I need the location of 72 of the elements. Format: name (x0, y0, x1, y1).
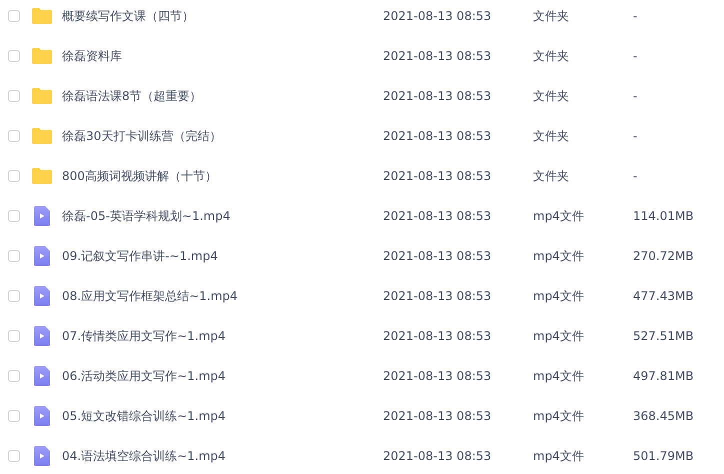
modified-date: 2021-08-13 08:53 (383, 89, 492, 103)
file-type: 文件夹 (533, 8, 570, 24)
modified-date: 2021-08-13 08:53 (383, 369, 492, 383)
modified-date: 2021-08-13 08:53 (383, 129, 492, 143)
checkbox[interactable] (8, 250, 20, 262)
file-name[interactable]: 07.传情类应用文写作~1.mp4 (62, 328, 383, 344)
modified-date: 2021-08-13 08:53 (383, 249, 492, 263)
file-type: 文件夹 (533, 48, 570, 64)
file-size: 270.72MB (633, 249, 694, 263)
file-name[interactable]: 800高频词视频讲解（十节） (62, 168, 383, 184)
checkbox[interactable] (8, 410, 20, 422)
modified-date: 2021-08-13 08:53 (383, 9, 492, 23)
file-name[interactable]: 05.短文改错综合训练~1.mp4 (62, 408, 383, 424)
modified-date: 2021-08-13 08:53 (383, 209, 492, 223)
file-name[interactable]: 09.记叙文写作串讲-~1.mp4 (62, 248, 383, 264)
checkbox[interactable] (8, 90, 20, 102)
folder-icon (32, 168, 52, 184)
modified-date: 2021-08-13 08:53 (383, 449, 492, 463)
file-size: - (633, 169, 638, 183)
video-file-icon (34, 246, 50, 266)
file-type: mp4文件 (533, 448, 585, 464)
file-size: 368.45MB (633, 409, 694, 423)
file-name[interactable]: 徐磊语法课8节（超重要） (62, 88, 383, 104)
file-size: 477.43MB (633, 289, 694, 303)
file-type: mp4文件 (533, 408, 585, 424)
checkbox[interactable] (8, 450, 20, 462)
checkbox[interactable] (8, 330, 20, 342)
file-name[interactable]: 概要续写作文课（四节） (62, 8, 383, 24)
folder-icon (32, 48, 52, 64)
file-type: mp4文件 (533, 248, 585, 264)
video-file-icon (34, 406, 50, 426)
file-name[interactable]: 徐磊-05-英语学科规划~1.mp4 (62, 208, 383, 224)
checkbox[interactable] (8, 130, 20, 142)
checkbox[interactable] (8, 170, 20, 182)
checkbox[interactable] (8, 10, 20, 22)
folder-icon (32, 8, 52, 24)
file-size: 114.01MB (633, 209, 694, 223)
video-file-icon (34, 326, 50, 346)
file-type: mp4文件 (533, 288, 585, 304)
video-file-icon (34, 366, 50, 386)
video-file-icon (34, 286, 50, 306)
modified-date: 2021-08-13 08:53 (383, 169, 492, 183)
file-name[interactable]: 徐磊30天打卡训练营（完结） (62, 128, 383, 144)
file-size: - (633, 129, 638, 143)
file-name[interactable]: 06.活动类应用文写作~1.mp4 (62, 368, 383, 384)
file-type: 文件夹 (533, 88, 570, 104)
modified-date: 2021-08-13 08:53 (383, 289, 492, 303)
video-file-icon (34, 446, 50, 466)
checkbox[interactable] (8, 370, 20, 382)
checkbox[interactable] (8, 290, 20, 302)
file-size: - (633, 49, 638, 63)
file-name[interactable]: 04.语法填空综合训练~1.mp4 (62, 448, 383, 464)
folder-icon (32, 128, 52, 144)
file-size: - (633, 9, 638, 23)
file-size: 497.81MB (633, 369, 694, 383)
file-type: mp4文件 (533, 208, 585, 224)
file-size: 501.79MB (633, 449, 694, 463)
checkbox[interactable] (8, 50, 20, 62)
file-type: 文件夹 (533, 128, 570, 144)
folder-icon (32, 88, 52, 104)
file-size: - (633, 89, 638, 103)
modified-date: 2021-08-13 08:53 (383, 49, 492, 63)
file-name[interactable]: 徐磊资料库 (62, 48, 383, 64)
modified-date: 2021-08-13 08:53 (383, 409, 492, 423)
file-type: mp4文件 (533, 368, 585, 384)
file-size: 527.51MB (633, 329, 694, 343)
file-type: mp4文件 (533, 328, 585, 344)
file-type: 文件夹 (533, 168, 570, 184)
video-file-icon (34, 206, 50, 226)
file-name[interactable]: 08.应用文写作框架总结~1.mp4 (62, 288, 383, 304)
modified-date: 2021-08-13 08:53 (383, 329, 492, 343)
checkbox[interactable] (8, 210, 20, 222)
